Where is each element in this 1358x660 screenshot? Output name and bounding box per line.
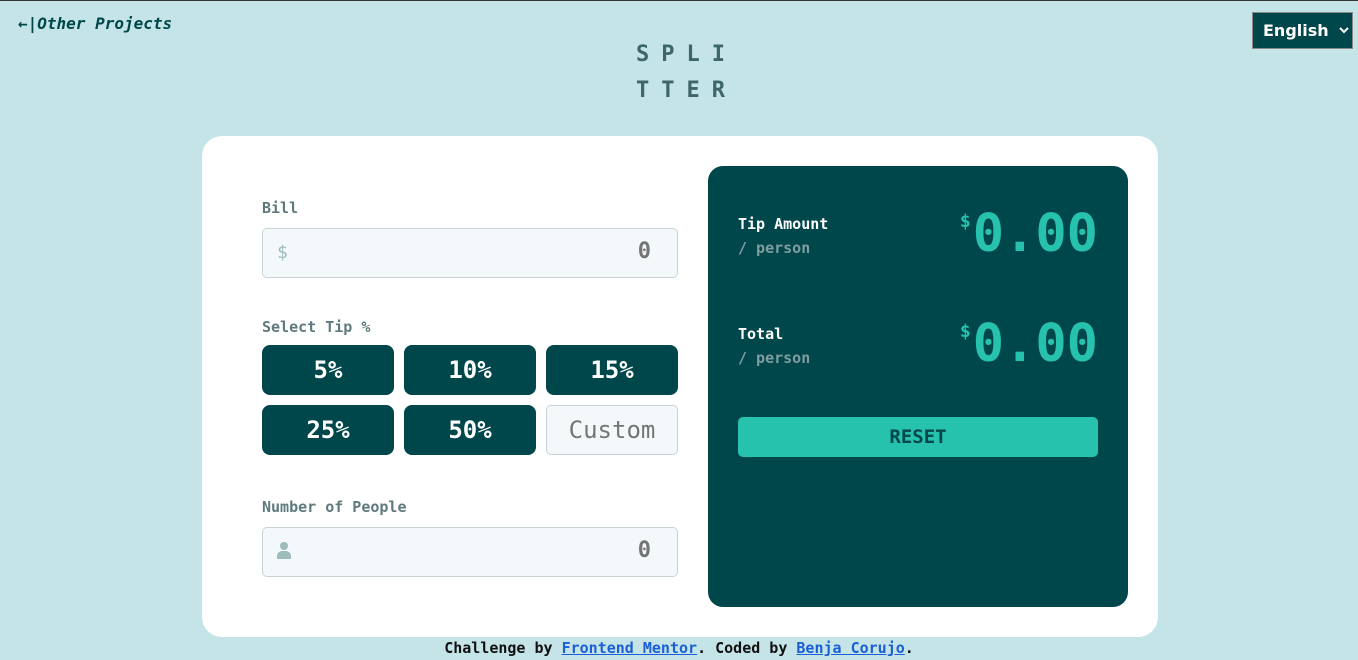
tip-value: 0.00 [972, 204, 1098, 264]
tip-amount-label: Tip Amount [738, 215, 829, 233]
tip-amount-sub: / person [738, 239, 811, 257]
footer: Challenge by Frontend Mentor. Coded by B… [0, 639, 1358, 657]
total-currency: $ [959, 321, 971, 342]
total-label: Total [738, 325, 784, 343]
total-value: $0.00 [960, 314, 1098, 374]
tip-10-button[interactable]: 10% [404, 345, 536, 395]
language-select[interactable]: English [1252, 12, 1353, 49]
back-label: Other Projects [37, 14, 173, 33]
author-link[interactable]: Benja Corujo [796, 639, 904, 657]
bill-field: $ [262, 228, 678, 278]
footer-suffix: . [904, 639, 914, 657]
back-arrow-icon: ←| [18, 14, 38, 33]
tip-15-button[interactable]: 15% [546, 345, 678, 395]
people-input[interactable] [351, 538, 651, 563]
dollar-icon: $ [277, 242, 288, 263]
people-label: Number of People [262, 498, 407, 516]
bill-label: Bill [262, 199, 299, 217]
tip-50-button[interactable]: 50% [404, 405, 536, 455]
calculator-card: Bill $ Select Tip % 5% 10% 15% 25% 50% N… [202, 136, 1158, 637]
tip-currency: $ [959, 211, 971, 232]
tip-label: Select Tip % [262, 318, 371, 336]
reset-button[interactable]: RESET [738, 417, 1098, 457]
footer-prefix: Challenge by [444, 639, 562, 657]
total-sub: / person [738, 349, 811, 367]
bill-input[interactable] [351, 239, 651, 264]
frontend-mentor-link[interactable]: Frontend Mentor [562, 639, 697, 657]
logo-line1: SPLI [636, 42, 737, 67]
other-projects-link[interactable]: ←|Other Projects [18, 14, 172, 33]
footer-middle: . Coded by [697, 639, 797, 657]
tip-25-button[interactable]: 25% [262, 405, 394, 455]
people-field [262, 527, 678, 577]
results-panel: Tip Amount / person $0.00 Total / person… [708, 166, 1128, 607]
tip-5-button[interactable]: 5% [262, 345, 394, 395]
custom-tip-input[interactable] [546, 405, 678, 455]
logo: SPLI TTER [636, 37, 736, 109]
logo-line2: TTER [636, 78, 737, 103]
total-amount: 0.00 [972, 314, 1098, 374]
tip-amount-value: $0.00 [960, 204, 1098, 264]
person-icon [277, 541, 291, 564]
